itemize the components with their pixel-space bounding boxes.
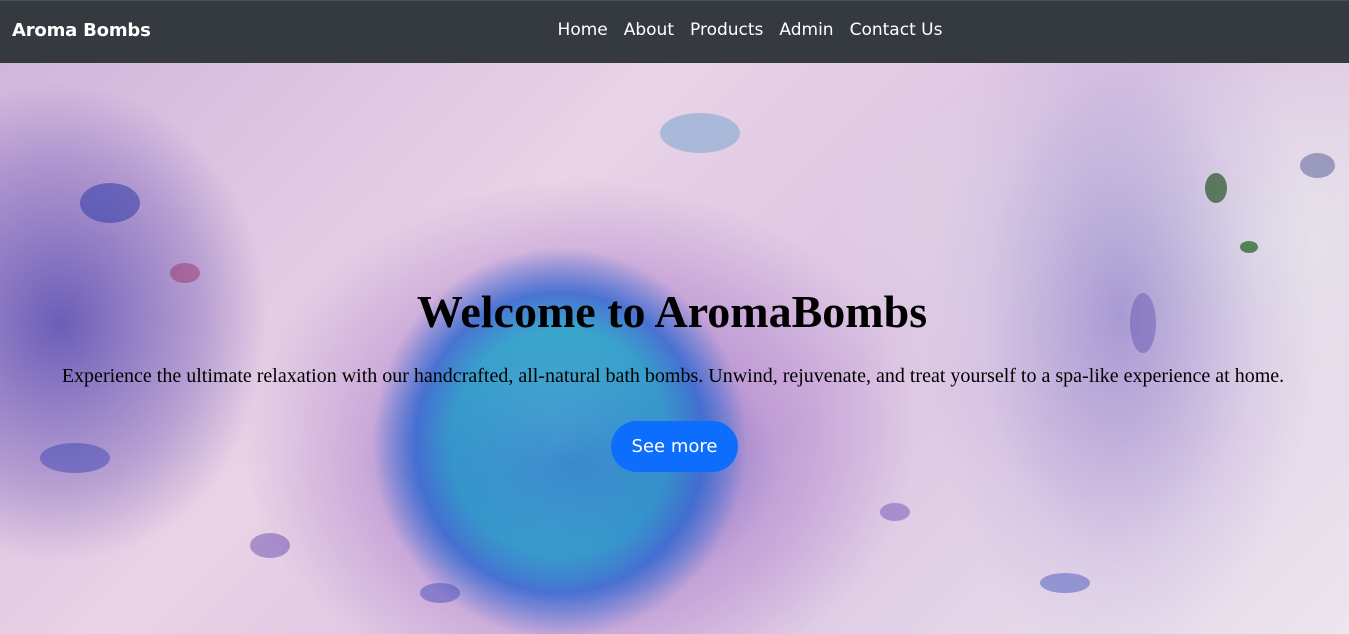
nav-link-products[interactable]: Products: [690, 20, 763, 40]
hero-section: Welcome to AromaBombs Experience the ult…: [0, 63, 1349, 634]
nav-menu: Home About Products Admin Contact Us: [0, 20, 1349, 40]
nav-link-about[interactable]: About: [624, 20, 674, 40]
nav-item-admin: Admin: [779, 20, 833, 40]
hero-content: Welcome to AromaBombs Experience the ult…: [0, 63, 1349, 634]
nav-link-home[interactable]: Home: [558, 20, 608, 40]
see-more-button[interactable]: See more: [611, 421, 738, 472]
hero-description: Experience the ultimate relaxation with …: [61, 365, 1285, 387]
nav-item-contact: Contact Us: [850, 20, 943, 40]
nav-item-home: Home: [558, 20, 608, 40]
nav-link-contact-us[interactable]: Contact Us: [850, 20, 943, 40]
nav-item-about: About: [624, 20, 674, 40]
nav-item-products: Products: [690, 20, 763, 40]
nav-link-admin[interactable]: Admin: [779, 20, 833, 40]
navbar: Aroma Bombs Home About Products Admin Co…: [0, 0, 1349, 63]
hero-title: Welcome to AromaBombs: [416, 286, 928, 337]
